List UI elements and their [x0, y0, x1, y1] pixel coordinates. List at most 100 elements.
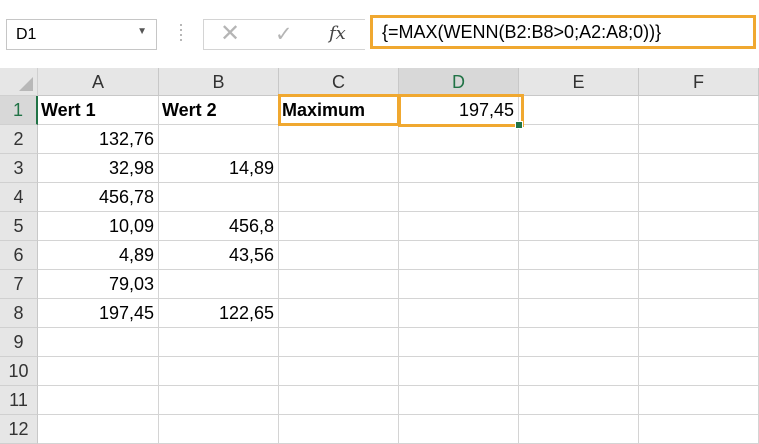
cell-d3[interactable] — [399, 154, 519, 183]
column-header-f[interactable]: F — [639, 68, 759, 96]
cell-a2[interactable]: 132,76 — [38, 125, 159, 154]
formula-input[interactable]: {=MAX(WENN(B2:B8>0;A2:A8;0))} — [370, 15, 756, 49]
row-header-10[interactable]: 10 — [0, 357, 38, 386]
formula-buttons: ✕ ✓ fx — [203, 19, 365, 50]
row-header-4[interactable]: 4 — [0, 183, 38, 212]
cell-e10[interactable] — [519, 357, 639, 386]
cell-c12[interactable] — [279, 415, 399, 444]
column-header-c[interactable]: C — [279, 68, 399, 96]
cell-b4[interactable] — [159, 183, 279, 212]
cell-a3[interactable]: 32,98 — [38, 154, 159, 183]
cell-f11[interactable] — [639, 386, 759, 415]
cell-a5[interactable]: 10,09 — [38, 212, 159, 241]
separator-handle[interactable] — [179, 24, 183, 44]
cell-f7[interactable] — [639, 270, 759, 299]
row-header-11[interactable]: 11 — [0, 386, 38, 415]
row-header-1[interactable]: 1 — [0, 96, 38, 125]
cell-b10[interactable] — [159, 357, 279, 386]
select-all-button[interactable] — [0, 68, 38, 96]
cell-b1[interactable]: Wert 2 — [159, 96, 279, 125]
cell-b3[interactable]: 14,89 — [159, 154, 279, 183]
cell-b12[interactable] — [159, 415, 279, 444]
cell-e8[interactable] — [519, 299, 639, 328]
cell-a12[interactable] — [38, 415, 159, 444]
cell-d12[interactable] — [399, 415, 519, 444]
cell-c5[interactable] — [279, 212, 399, 241]
cell-e11[interactable] — [519, 386, 639, 415]
cell-e7[interactable] — [519, 270, 639, 299]
cell-e12[interactable] — [519, 415, 639, 444]
cell-c3[interactable] — [279, 154, 399, 183]
cell-e2[interactable] — [519, 125, 639, 154]
cell-a4[interactable]: 456,78 — [38, 183, 159, 212]
cell-b7[interactable] — [159, 270, 279, 299]
cell-c6[interactable] — [279, 241, 399, 270]
cell-e5[interactable] — [519, 212, 639, 241]
insert-function-icon[interactable]: fx — [329, 23, 346, 44]
cell-f10[interactable] — [639, 357, 759, 386]
cell-f12[interactable] — [639, 415, 759, 444]
cell-d9[interactable] — [399, 328, 519, 357]
cell-c8[interactable] — [279, 299, 399, 328]
cell-d11[interactable] — [399, 386, 519, 415]
cell-b8[interactable]: 122,65 — [159, 299, 279, 328]
cell-c1[interactable]: Maximum — [279, 96, 399, 125]
cell-d4[interactable] — [399, 183, 519, 212]
name-box-dropdown-icon[interactable]: ▼ — [137, 26, 147, 37]
row-header-9[interactable]: 9 — [0, 328, 38, 357]
cell-b6[interactable]: 43,56 — [159, 241, 279, 270]
row-header-12[interactable]: 12 — [0, 415, 38, 444]
cell-d1[interactable]: 197,45 — [399, 96, 519, 125]
cell-d8[interactable] — [399, 299, 519, 328]
row-header-7[interactable]: 7 — [0, 270, 38, 299]
cell-b11[interactable] — [159, 386, 279, 415]
cell-a11[interactable] — [38, 386, 159, 415]
name-box[interactable]: D1 ▼ — [6, 19, 157, 50]
cell-e3[interactable] — [519, 154, 639, 183]
row-header-8[interactable]: 8 — [0, 299, 38, 328]
row-header-5[interactable]: 5 — [0, 212, 38, 241]
cell-f5[interactable] — [639, 212, 759, 241]
cell-b5[interactable]: 456,8 — [159, 212, 279, 241]
cell-f4[interactable] — [639, 183, 759, 212]
cancel-icon[interactable]: ✕ — [220, 19, 240, 48]
cell-a8[interactable]: 197,45 — [38, 299, 159, 328]
cell-f1[interactable] — [639, 96, 759, 125]
column-header-d[interactable]: D — [399, 68, 519, 96]
cell-d6[interactable] — [399, 241, 519, 270]
cell-f6[interactable] — [639, 241, 759, 270]
cell-f8[interactable] — [639, 299, 759, 328]
cell-f2[interactable] — [639, 125, 759, 154]
cell-e1[interactable] — [519, 96, 639, 125]
fill-handle[interactable] — [515, 121, 523, 129]
row-header-6[interactable]: 6 — [0, 241, 38, 270]
row-header-2[interactable]: 2 — [0, 125, 38, 154]
column-header-a[interactable]: A — [38, 68, 159, 96]
cell-a7[interactable]: 79,03 — [38, 270, 159, 299]
cell-a9[interactable] — [38, 328, 159, 357]
cell-e4[interactable] — [519, 183, 639, 212]
cell-c7[interactable] — [279, 270, 399, 299]
cell-a6[interactable]: 4,89 — [38, 241, 159, 270]
cell-b2[interactable] — [159, 125, 279, 154]
column-header-b[interactable]: B — [159, 68, 279, 96]
cell-c9[interactable] — [279, 328, 399, 357]
cell-d5[interactable] — [399, 212, 519, 241]
cell-c10[interactable] — [279, 357, 399, 386]
cell-c11[interactable] — [279, 386, 399, 415]
cell-a1[interactable]: Wert 1 — [38, 96, 159, 125]
cell-d7[interactable] — [399, 270, 519, 299]
cell-c4[interactable] — [279, 183, 399, 212]
cell-b9[interactable] — [159, 328, 279, 357]
cell-e6[interactable] — [519, 241, 639, 270]
row-header-3[interactable]: 3 — [0, 154, 38, 183]
cell-d10[interactable] — [399, 357, 519, 386]
cell-f3[interactable] — [639, 154, 759, 183]
cell-c2[interactable] — [279, 125, 399, 154]
enter-icon[interactable]: ✓ — [275, 22, 293, 47]
column-header-e[interactable]: E — [519, 68, 639, 96]
cell-a10[interactable] — [38, 357, 159, 386]
cell-f9[interactable] — [639, 328, 759, 357]
cell-d2[interactable] — [399, 125, 519, 154]
cell-e9[interactable] — [519, 328, 639, 357]
